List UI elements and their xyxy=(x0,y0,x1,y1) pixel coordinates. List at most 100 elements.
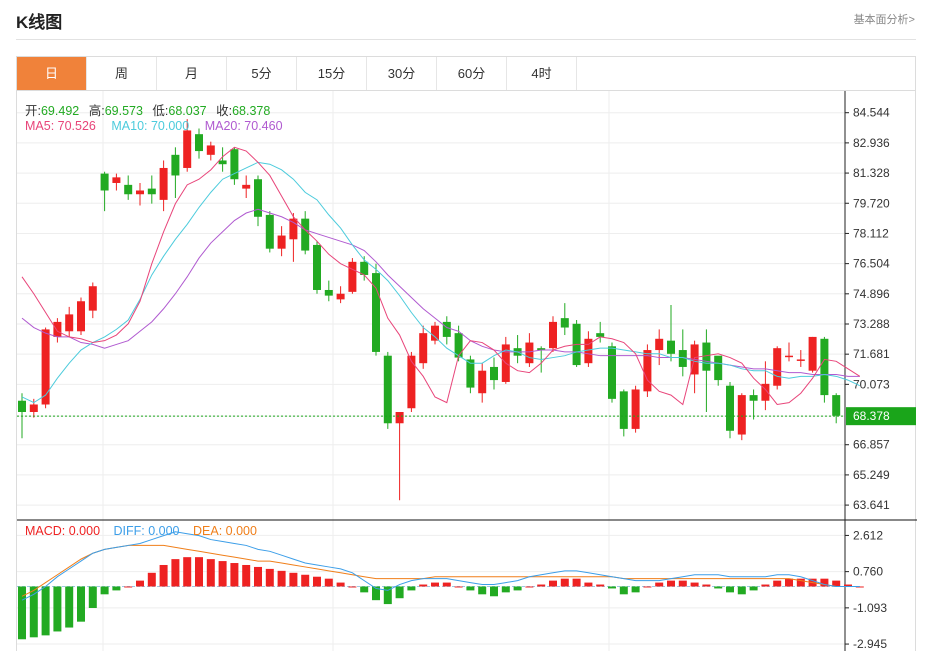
tab-day[interactable]: 日 xyxy=(17,57,87,90)
candle-body xyxy=(29,404,38,412)
low-value: 68.037 xyxy=(168,104,207,118)
macd-bar xyxy=(525,586,534,588)
macd-bar xyxy=(572,578,581,587)
candle-body xyxy=(254,179,262,217)
macd-bar xyxy=(206,559,215,587)
price-tick-label: 63.641 xyxy=(853,498,890,512)
macd-bar xyxy=(41,586,50,636)
tab-month[interactable]: 月 xyxy=(157,57,227,90)
low-label: 低: xyxy=(152,104,169,118)
candle-body xyxy=(88,286,97,311)
macd-bar xyxy=(667,580,675,587)
macd-bar xyxy=(65,586,74,628)
macd-tick-label: 2.612 xyxy=(853,528,883,542)
macd-bar xyxy=(112,586,121,591)
price-tick-label: 84.544 xyxy=(853,106,890,120)
candle-body xyxy=(785,355,793,358)
price-tick-label: 65.249 xyxy=(853,468,890,482)
candle-body xyxy=(195,134,203,152)
fundamental-analysis-link[interactable]: 基本面分析> xyxy=(854,11,915,27)
candle-body xyxy=(360,261,369,275)
candle-body xyxy=(313,244,321,290)
macd-tick-label: -2.945 xyxy=(853,637,887,651)
candle-body xyxy=(242,184,251,189)
tab-15min[interactable]: 15分 xyxy=(297,57,367,90)
candle-body xyxy=(147,188,156,195)
macd-bar xyxy=(431,582,439,587)
macd-bar xyxy=(183,557,192,587)
price-tick-label: 66.857 xyxy=(853,438,890,452)
macd-bar xyxy=(171,559,180,587)
candle-body xyxy=(324,289,333,296)
macd-bar xyxy=(537,584,546,587)
macd-bar xyxy=(714,586,723,589)
high-value: 69.573 xyxy=(104,104,143,118)
candle-body xyxy=(560,318,569,328)
price-tick-label: 76.504 xyxy=(853,257,890,271)
candle-body xyxy=(655,338,664,351)
macd-bar xyxy=(702,584,711,587)
macd-bar xyxy=(348,586,357,588)
open-label: 开: xyxy=(25,104,41,118)
macd-bar xyxy=(690,582,699,587)
candle-body xyxy=(53,321,62,337)
macd-bar xyxy=(313,576,321,587)
candle-body xyxy=(442,321,451,337)
macd-bar xyxy=(419,584,428,587)
macd-bar xyxy=(218,561,227,587)
candle-body xyxy=(277,235,286,249)
macd-bar xyxy=(230,563,239,587)
macd-bar xyxy=(631,586,640,593)
candle-body xyxy=(65,314,74,332)
macd-value: MACD: 0.000 xyxy=(25,524,101,538)
candle-body xyxy=(820,338,829,396)
macd-bar xyxy=(53,586,62,632)
macd-bar xyxy=(195,557,203,587)
tab-4hour[interactable]: 4时 xyxy=(507,57,577,90)
candle-body xyxy=(596,333,605,337)
title-divider xyxy=(16,39,916,40)
macd-bar xyxy=(159,564,168,587)
macd-bar xyxy=(596,584,605,587)
macd-bar xyxy=(678,580,687,587)
candle-body xyxy=(395,412,404,424)
macd-bar xyxy=(584,582,593,587)
candle-body xyxy=(478,370,487,394)
candle-body xyxy=(608,346,616,399)
macd-bar xyxy=(560,578,569,587)
price-tick-label: 74.896 xyxy=(853,287,890,301)
candle-body xyxy=(737,395,746,435)
macd-bar xyxy=(254,566,262,587)
tab-5min[interactable]: 5分 xyxy=(227,57,297,90)
macd-bar xyxy=(608,586,616,589)
macd-bar xyxy=(124,586,133,588)
dea-value: DEA: 0.000 xyxy=(193,524,257,538)
macd-bar xyxy=(785,578,793,587)
macd-bar xyxy=(136,580,144,587)
candle-body xyxy=(407,355,416,409)
candle-body xyxy=(77,301,85,332)
ma-readout: MA5: 70.526 MA10: 70.000 MA20: 70.460 xyxy=(25,119,289,133)
tab-week[interactable]: 周 xyxy=(87,57,157,90)
tab-30min[interactable]: 30分 xyxy=(367,57,437,90)
price-tick-label: 71.681 xyxy=(853,347,890,361)
close-label: 收: xyxy=(216,104,233,118)
candle-body xyxy=(289,218,298,240)
candle-body xyxy=(112,177,121,183)
candle-body xyxy=(136,190,144,195)
kline-chart[interactable]: 84.544 82.936 81.328 79.720 78.112 76.504 74.8… xyxy=(17,91,917,651)
macd-bar xyxy=(407,586,416,591)
candle-body xyxy=(419,333,428,364)
price-tick-label: 79.720 xyxy=(853,196,890,210)
price-tick-label: 82.936 xyxy=(853,136,890,150)
tab-60min[interactable]: 60分 xyxy=(437,57,507,90)
candle-body xyxy=(336,293,345,300)
ma5-value: MA5: 70.526 xyxy=(25,119,96,133)
macd-bar xyxy=(242,564,251,587)
macd-bar xyxy=(773,580,782,587)
macd-bar xyxy=(88,586,97,608)
price-tick-label: 70.073 xyxy=(853,377,890,391)
candle-body xyxy=(714,355,723,381)
diff-value: DIFF: 0.000 xyxy=(113,524,180,538)
candle-body xyxy=(265,214,274,249)
